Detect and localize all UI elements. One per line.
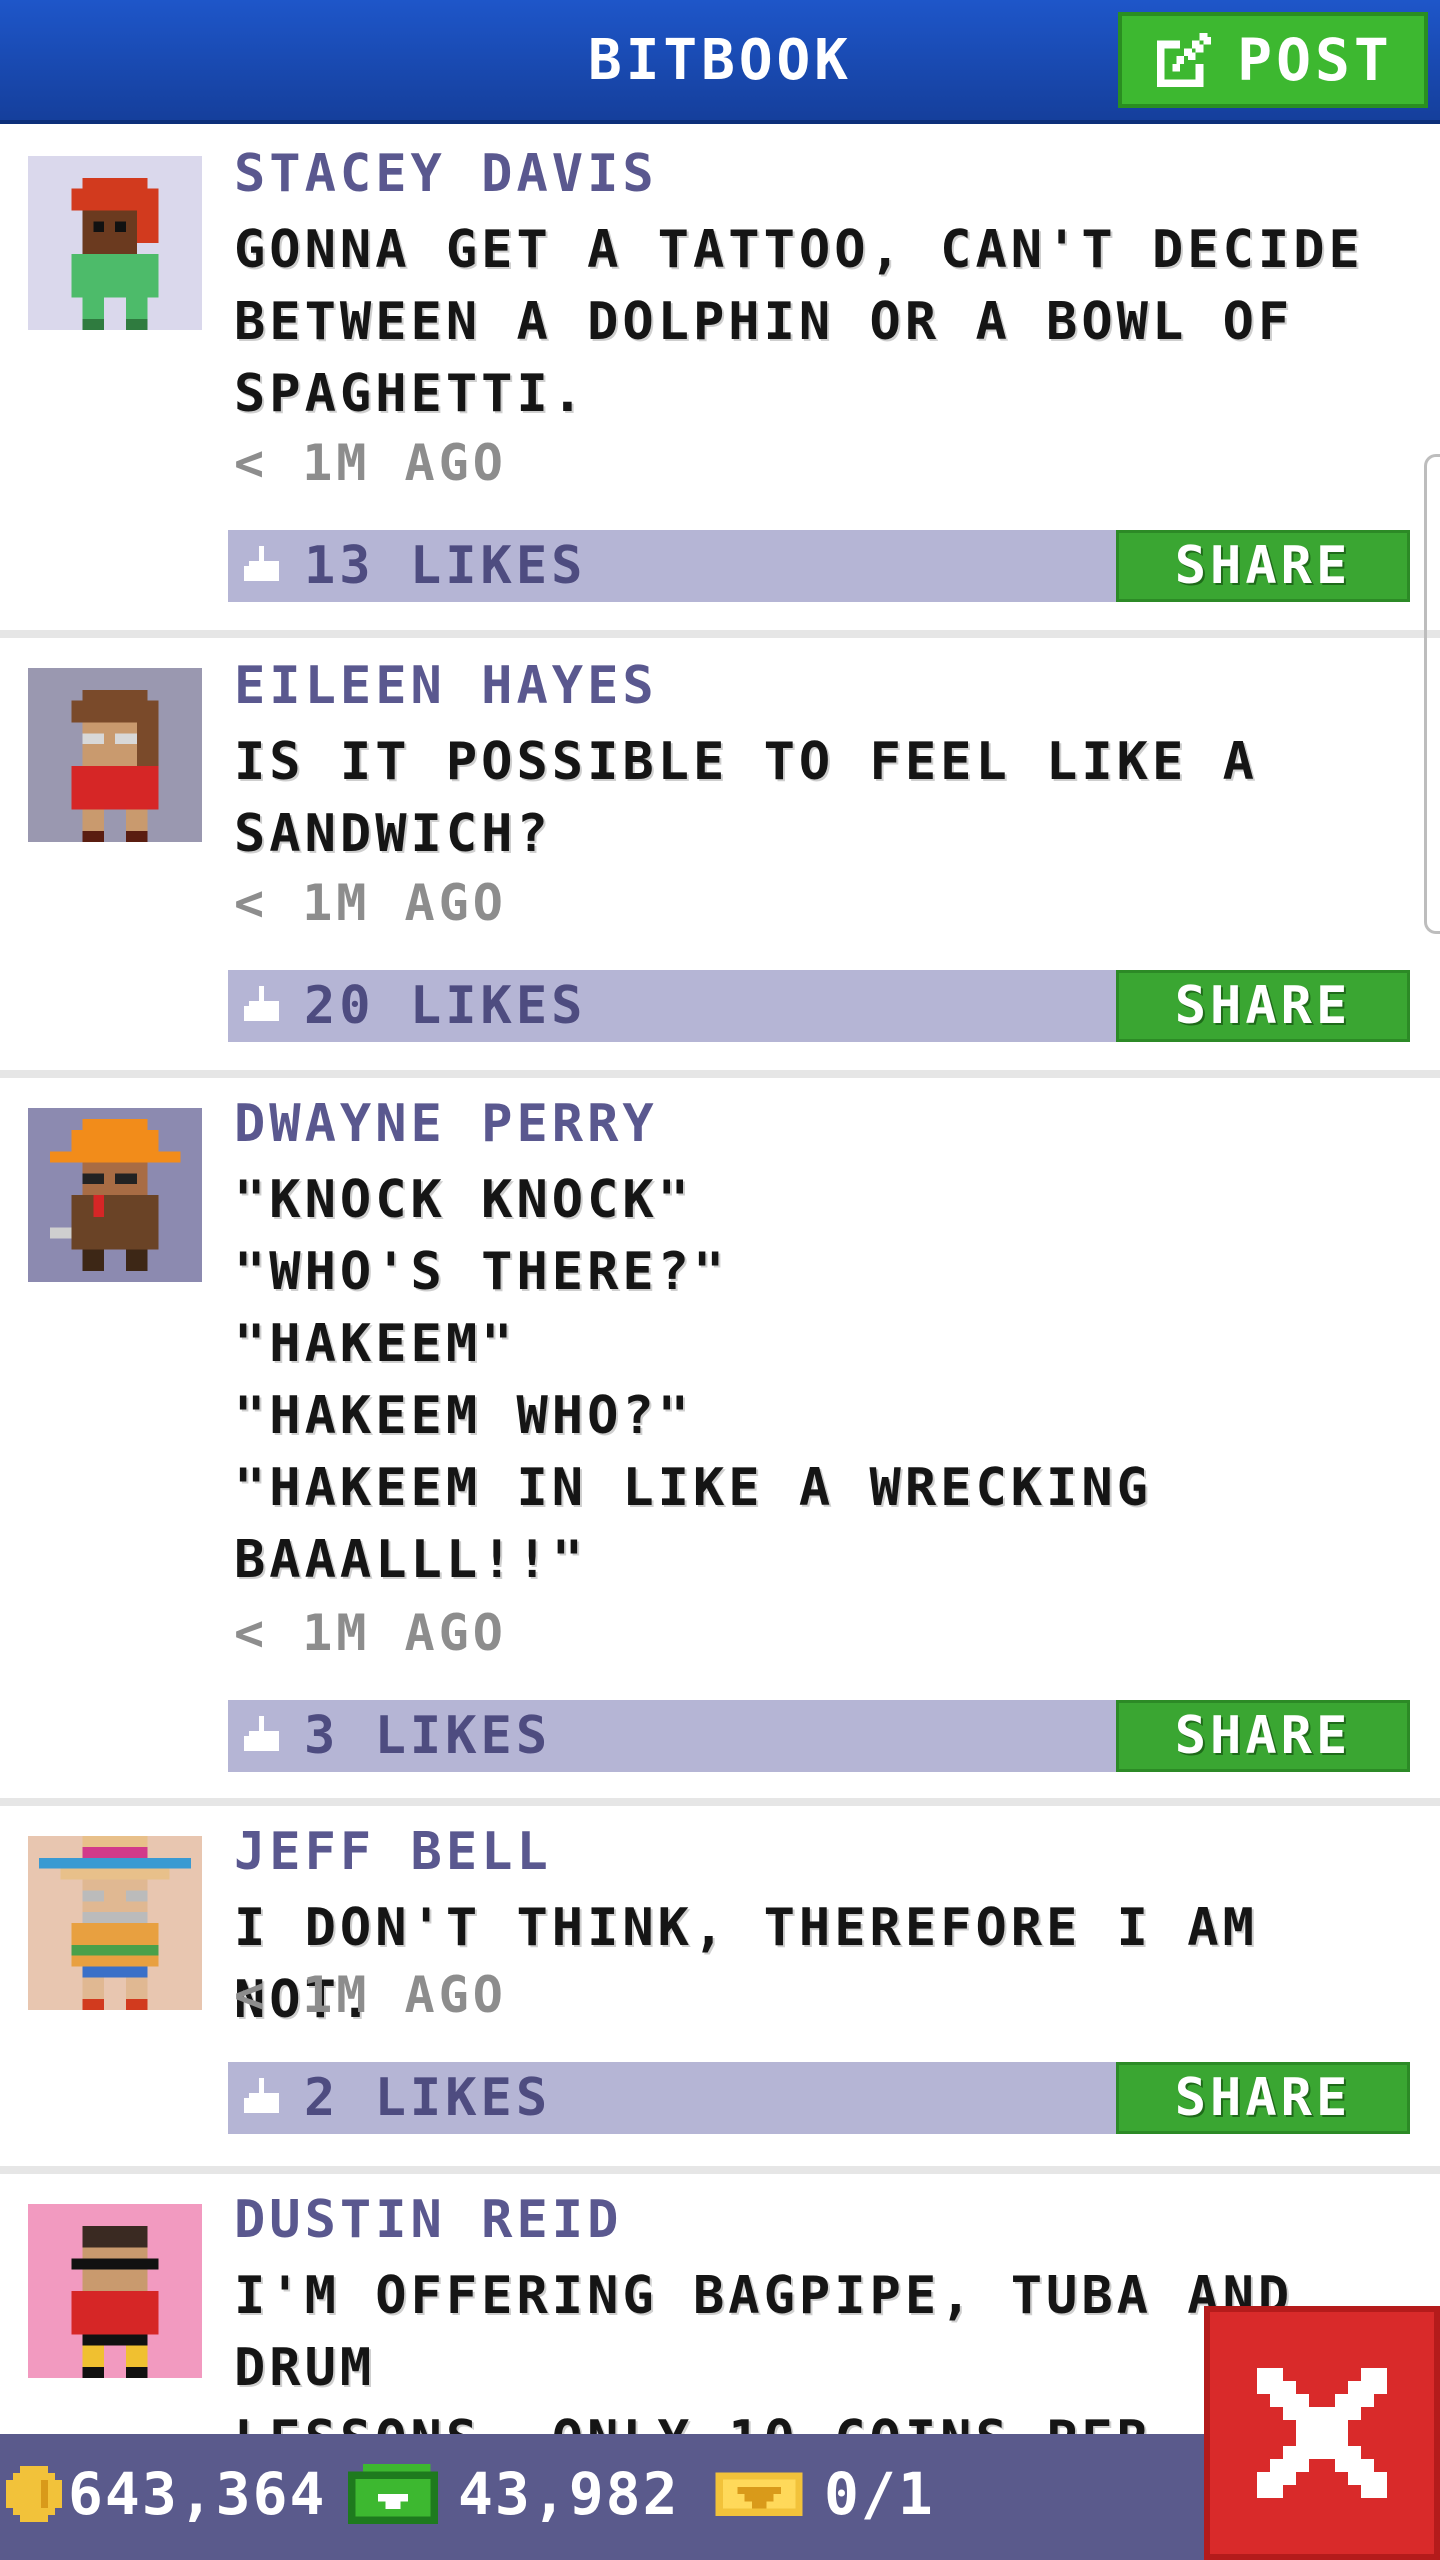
avatar: [28, 1108, 202, 1282]
post-button-label: POST: [1237, 26, 1393, 94]
post-time: < 1M AGO: [234, 1966, 507, 2024]
post-author[interactable]: DUSTIN REID: [234, 2190, 622, 2250]
post-message: IS IT POSSIBLE TO FEEL LIKE A SANDWICH?: [234, 732, 1258, 864]
likes-bar: 20 LIKES SHARE: [228, 970, 1410, 1042]
thumbs-up-icon: [244, 986, 279, 1021]
feed-post: EILEEN HAYES IS IT POSSIBLE TO FEEL LIKE…: [0, 638, 1440, 1078]
avatar: [28, 668, 202, 842]
post-divider: [0, 2166, 1440, 2174]
post-divider: [0, 1070, 1440, 1078]
bux-icon: [348, 2464, 438, 2524]
scroll-indicator[interactable]: [1424, 454, 1440, 934]
coins-stat: 643,364: [6, 2460, 326, 2528]
likes-count: 2 LIKES: [304, 2068, 552, 2128]
share-button[interactable]: SHARE: [1116, 2062, 1410, 2134]
post-author[interactable]: DWAYNE PERRY: [234, 1094, 658, 1154]
post-divider: [0, 1798, 1440, 1806]
share-button[interactable]: SHARE: [1116, 1700, 1410, 1772]
thumbs-up-icon: [244, 1716, 279, 1751]
post-author[interactable]: EILEEN HAYES: [234, 656, 658, 716]
post-message: GONNA GET A TATTOO, CAN'T DECIDE BETWEEN…: [234, 220, 1364, 424]
bux-value: 43,982: [458, 2460, 680, 2528]
post-time: < 1M AGO: [234, 434, 507, 492]
coins-value: 643,364: [68, 2460, 327, 2528]
news-feed[interactable]: STACEY DAVIS GONNA GET A TATTOO, CAN'T D…: [0, 124, 1440, 2434]
bux-stat: 43,982: [348, 2460, 680, 2528]
coin-icon: [6, 2466, 62, 2522]
likes-count: 3 LIKES: [304, 1706, 552, 1766]
post-time: < 1M AGO: [234, 1604, 507, 1662]
feed-post: JEFF BELL I DON'T THINK, THEREFORE I AM …: [0, 1806, 1440, 2166]
likes-count: 20 LIKES: [304, 976, 587, 1036]
ticket-icon: [715, 2472, 803, 2516]
close-icon: [1257, 2368, 1387, 2498]
thumbs-up-icon: [244, 546, 279, 581]
avatar: [28, 1836, 202, 2010]
tickets-stat: 0/1: [714, 2460, 935, 2528]
thumbs-up-icon: [244, 2078, 279, 2113]
likes-bar: 13 LIKES SHARE: [228, 530, 1410, 602]
avatar: [28, 156, 202, 330]
likes-bar: 3 LIKES SHARE: [228, 1700, 1410, 1772]
post-author[interactable]: STACEY DAVIS: [234, 144, 658, 204]
feed-post: DWAYNE PERRY "KNOCK KNOCK" "WHO'S THERE?…: [0, 1078, 1440, 1798]
post-time: < 1M AGO: [234, 874, 507, 932]
likes-bar: 2 LIKES SHARE: [228, 2062, 1410, 2134]
share-button[interactable]: SHARE: [1116, 970, 1410, 1042]
post-divider: [0, 630, 1440, 638]
compose-icon: [1157, 32, 1212, 88]
share-button[interactable]: SHARE: [1116, 530, 1410, 602]
post-button[interactable]: POST: [1118, 12, 1428, 108]
top-bar: BITBOOK POST: [0, 0, 1440, 124]
post-author[interactable]: JEFF BELL: [234, 1822, 552, 1882]
close-button[interactable]: [1204, 2306, 1440, 2560]
tickets-value: 0/1: [824, 2460, 935, 2528]
likes-count: 13 LIKES: [304, 536, 587, 596]
feed-post: STACEY DAVIS GONNA GET A TATTOO, CAN'T D…: [0, 124, 1440, 634]
post-message: "KNOCK KNOCK" "WHO'S THERE?" "HAKEEM" "H…: [234, 1170, 1152, 1590]
avatar: [28, 2204, 202, 2378]
